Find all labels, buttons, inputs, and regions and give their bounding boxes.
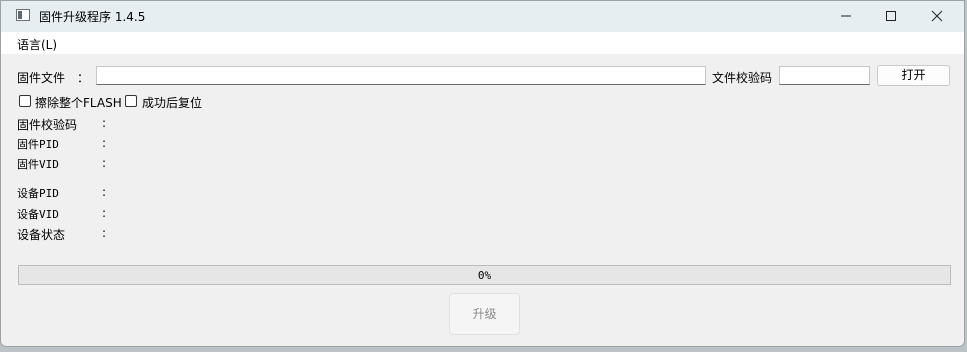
firmware-checksum-label: 固件校验码 bbox=[17, 118, 78, 132]
device-vid-label: 设备VID bbox=[17, 208, 59, 221]
device-status-colon: : bbox=[102, 226, 107, 240]
firmware-file-input[interactable] bbox=[96, 66, 706, 85]
maximize-button[interactable] bbox=[868, 1, 914, 32]
app-icon bbox=[16, 9, 30, 21]
firmware-file-label: 固件文件 bbox=[17, 71, 66, 85]
menu-language[interactable]: 语言(L) bbox=[17, 36, 57, 53]
firmware-vid-colon: : bbox=[102, 156, 107, 170]
minimize-icon bbox=[841, 15, 851, 17]
reset-after-success-label: 成功后复位 bbox=[142, 96, 203, 110]
device-pid-colon: : bbox=[102, 185, 107, 199]
firmware-checksum-colon: : bbox=[102, 116, 107, 130]
menu-bar: 语言(L) bbox=[1, 32, 964, 54]
progress-bar: 0% bbox=[18, 265, 951, 285]
upgrade-button[interactable]: 升级 bbox=[449, 293, 520, 335]
close-button[interactable] bbox=[914, 1, 960, 32]
firmware-file-colon: ： bbox=[77, 71, 90, 85]
erase-flash-checkbox[interactable] bbox=[19, 95, 31, 107]
window-title: 固件升级程序 1.4.5 bbox=[39, 10, 146, 24]
title-bar[interactable]: 固件升级程序 1.4.5 bbox=[1, 1, 964, 32]
device-vid-colon: : bbox=[102, 206, 107, 220]
device-status-label: 设备状态 bbox=[17, 228, 66, 242]
erase-flash-label: 擦除整个FLASH bbox=[35, 96, 122, 110]
minimize-button[interactable] bbox=[823, 1, 869, 32]
firmware-vid-label: 固件VID bbox=[17, 158, 59, 171]
firmware-pid-label: 固件PID bbox=[17, 138, 59, 151]
file-checksum-label: 文件校验码 bbox=[712, 71, 773, 85]
reset-after-success-checkbox[interactable] bbox=[125, 95, 137, 107]
open-button[interactable]: 打开 bbox=[877, 65, 950, 86]
close-icon bbox=[931, 10, 943, 22]
maximize-icon bbox=[886, 11, 896, 21]
file-checksum-field[interactable] bbox=[779, 66, 870, 85]
firmware-pid-colon: : bbox=[102, 136, 107, 150]
app-window: 固件升级程序 1.4.5 语言(L) 固件文件 ： 文件校验码 打开 擦除整个F… bbox=[0, 0, 965, 347]
progress-text: 0% bbox=[477, 269, 492, 282]
device-pid-label: 设备PID bbox=[17, 187, 59, 200]
